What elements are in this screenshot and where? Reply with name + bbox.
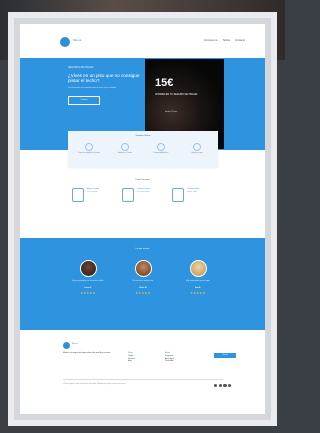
testimonial-quote: Muy recomendable para tu hogar. (186, 281, 210, 282)
footer-legal: © Muros Seguros. Todos los derechos rese… (63, 384, 126, 385)
social-icons (214, 384, 232, 388)
card-icon (172, 188, 184, 202)
logo-icon[interactable] (60, 37, 70, 47)
how-steps: Elige tu seguro en un minuto Calcula tu … (72, 188, 214, 202)
how-step-sub: rápido y fácil (187, 191, 198, 194)
how-title: Cómo funciona (135, 179, 150, 181)
feature-item: Asistencia 24 horas (110, 143, 140, 155)
feature-icon (193, 143, 201, 151)
feature-text: Protección integral de tu hogar (78, 153, 100, 154)
testimonials: Lo que opinan Estoy muy contenta con la … (20, 238, 265, 330)
testimonial-author: Carlos M. (138, 287, 148, 290)
avatar (189, 260, 207, 277)
how-step: Elige tu seguro en un minuto (72, 188, 114, 202)
avatar (79, 260, 97, 277)
feature-item: Responsabilidad civil (146, 143, 176, 155)
offer-price: 15€ (155, 77, 174, 89)
footer: Muros Muros es tu seguro de hogar online… (20, 330, 265, 414)
features-row: Protección integral de tu hogar Asistenc… (74, 143, 212, 155)
nav: Conóscenos Tarifas Contacto (204, 39, 245, 42)
testimonials-title: Lo que opinan (135, 248, 150, 250)
instagram-icon[interactable] (223, 384, 227, 388)
hero-title: ¿Vives en un piso que no consigue pintar… (68, 73, 140, 84)
how-step-text: Calcula tu precio sin compromiso (137, 188, 150, 202)
footer-cta-button[interactable]: Calcula (214, 353, 236, 358)
testimonial-quote: El proceso fue rápido y claro. (132, 281, 154, 282)
how-step-sub: en un minuto (87, 191, 98, 194)
twitter-icon[interactable] (218, 384, 222, 388)
rating-stars: ★★★★★ (135, 291, 151, 296)
footer-column: Ayuda Preguntas Aviso legal Privacidad (165, 352, 174, 363)
footer-link[interactable]: Blog (128, 360, 135, 363)
footer-about: Muros es tu seguro de hogar online más s… (63, 352, 111, 354)
footer-logo-icon[interactable] (63, 342, 70, 349)
hero-button[interactable]: Calcula (68, 96, 100, 106)
rating-stars: ★★★★★ (190, 291, 206, 296)
testimonial-card: El proceso fue rápido y claro. Carlos M.… (123, 260, 163, 295)
feature-text: Responsabilidad civil (153, 153, 169, 154)
logo-text[interactable]: Muros (73, 38, 81, 42)
footer-link[interactable]: Privacidad (165, 360, 174, 363)
offer-text: AHORRA EN TU SEGURO DE HOGAR (155, 93, 198, 96)
how-step-title: Elige tu seguro (87, 188, 99, 190)
website-page: Muros Conóscenos Tarifas Contacto SEGURO… (20, 24, 265, 414)
linkedin-icon[interactable] (228, 384, 232, 388)
feature-icon (85, 143, 93, 151)
offer-small-text: desde 15€/mes (165, 111, 178, 113)
feature-text: Daños por agua (191, 153, 203, 154)
document-icon (72, 188, 84, 202)
testimonial-card: Estoy muy contenta con la atención recib… (68, 260, 108, 295)
house-icon (122, 188, 134, 202)
facebook-icon[interactable] (214, 384, 218, 388)
feature-text: Asistencia 24 horas (118, 153, 132, 154)
hero-subtitle: Te ofrecemos una solución para tu casa y… (68, 87, 117, 90)
how-step-title: Contrata online (187, 188, 200, 190)
how-step: Contrata online rápido y fácil (172, 188, 214, 202)
how-step-sub: sin compromiso (137, 191, 150, 194)
feature-item: Daños por agua (182, 143, 212, 155)
avatar (134, 260, 152, 277)
how-step-title: Calcula tu precio (137, 188, 151, 190)
footer-brand[interactable]: Muros (72, 343, 78, 345)
how-step-text: Elige tu seguro en un minuto (87, 188, 99, 202)
nav-item[interactable]: Tarifas (223, 39, 230, 42)
nav-item[interactable]: Conóscenos (204, 39, 218, 42)
nav-item[interactable]: Contacto (235, 39, 245, 42)
how-step: Calcula tu precio sin compromiso (122, 188, 164, 202)
header: Muros Conóscenos Tarifas Contacto (20, 24, 265, 58)
feature-icon (121, 143, 129, 151)
testimonial-author: Laura P. (84, 287, 92, 290)
testimonial-quote: Estoy muy contenta con la atención recib… (72, 281, 104, 282)
hero-kicker: SEGUROS DE HOGAR (68, 66, 94, 69)
testimonial-cards: Estoy muy contenta con la atención recib… (68, 260, 218, 295)
testimonial-author: Ana R. (195, 287, 201, 290)
features-title: Ventajas Muros (135, 135, 151, 137)
feature-icon (157, 143, 165, 151)
testimonial-card: Muy recomendable para tu hogar. Ana R. ★… (178, 260, 218, 295)
feature-item: Protección integral de tu hogar (74, 143, 104, 155)
hero-copy: SEGUROS DE HOGAR ¿Vives en un piso que n… (68, 66, 148, 106)
how-step-text: Contrata online rápido y fácil (187, 188, 199, 202)
rating-stars: ★★★★★ (80, 291, 96, 296)
footer-column: Muros Tarifas Contacto Blog (128, 352, 135, 363)
footer-divider (63, 379, 223, 380)
features-card: Ventajas Muros Protección integral de tu… (68, 131, 218, 167)
